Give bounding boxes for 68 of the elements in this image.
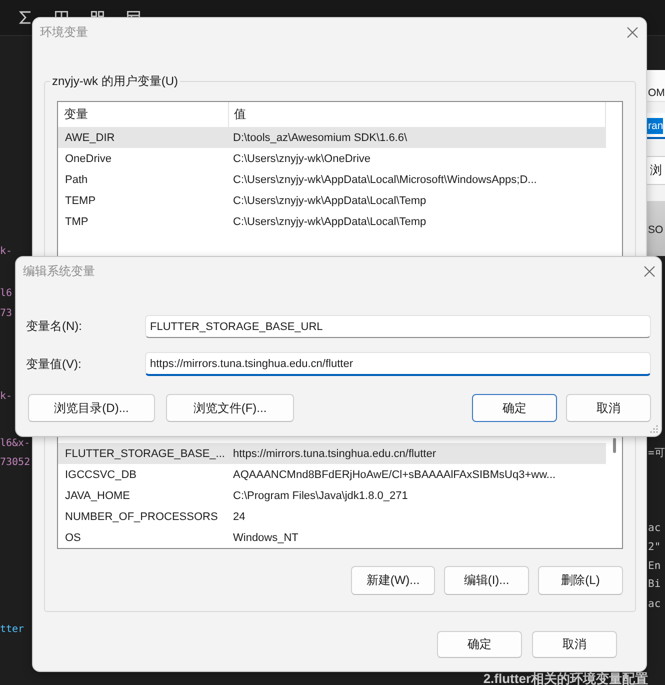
code-text: 2" — [648, 541, 661, 553]
text-field[interactable]: https://mirrors.tuna.tsinghua.edu.cn/flutter — [145, 352, 651, 376]
code-text: =可 — [648, 447, 665, 459]
list-row[interactable]: TEMP C:\Users\znyjy-wk\AppData\Local\Temp — [58, 190, 606, 211]
table-cell-text: OneDrive — [64, 152, 112, 166]
header-text: OM — [648, 87, 665, 99]
list-row[interactable]: OS Windows_NT — [58, 527, 606, 548]
code-text: k- — [0, 246, 12, 258]
table-cell-text: NUMBER_OF_PROCESSORS — [64, 510, 219, 524]
field-label: 变量名(N): — [26, 318, 82, 335]
table-cell-text: IGCCSVC_DB — [64, 468, 138, 482]
table-cell-text: TMP — [64, 214, 90, 228]
field-label: 变量值(V): — [26, 356, 82, 372]
code-text: tter — [0, 624, 24, 636]
table-cell-text: C:\Program Files\Java\jdk1.8.0_271 — [232, 488, 409, 502]
list-row[interactable]: FLUTTER_STORAGE_BASE_... https://mirrors.tuna.tsinghua.edu.cn/flutter — [58, 443, 606, 464]
list-row[interactable]: Path C:\Users\znyjy-wk\AppData\Local\Microsoft\WindowsApps;D... — [58, 169, 606, 190]
list-row[interactable]: JAVA_HOME C:\Program Files\Java\jdk1.8.0_271 — [58, 485, 606, 506]
table-cell-text: AQAAANCMnd8BFdERjHoAwE/Cl+sBAAAAlFAxSIBMsUq3+ww... — [232, 468, 557, 482]
table-cell-text: 24 — [232, 510, 246, 524]
dialog-button[interactable]: 取消 — [532, 631, 617, 658]
resize-grip-icon[interactable] — [650, 425, 658, 433]
dialog-button[interactable]: 确定 — [437, 631, 522, 658]
table-cell-text: FLUTTER_STORAGE_BASE_... — [64, 446, 226, 460]
group-label: znyjy-wk 的用户变量(U) — [51, 74, 179, 89]
table-cell-text: OS — [64, 530, 82, 544]
table-cell-text: https://mirrors.tuna.tsinghua.edu.cn/flutter — [232, 446, 437, 460]
code-text: l6 — [0, 288, 12, 300]
list-row[interactable]: AWE_DIR D:\tools_az\Awesomium SDK\1.6.6\ — [58, 127, 606, 148]
table-cell-text: AWE_DIR — [64, 130, 116, 144]
code-text: ac — [648, 598, 661, 610]
table-cell-text: Path — [64, 172, 89, 186]
browse-button[interactable]: 浏览文件(F)... — [166, 394, 294, 422]
table-cell-text: C:\Users\znyjy-wk\OneDrive — [232, 152, 372, 166]
list-row[interactable]: NUMBER_OF_PROCESSORS 24 — [58, 506, 606, 527]
table-cell-text: C:\Users\znyjy-wk\AppData\Local\Temp — [232, 194, 428, 208]
sigma-icon[interactable] — [19, 11, 32, 24]
list-row[interactable]: IGCCSVC_DB AQAAANCMnd8BFdERjHoAwE/Cl+sBAAAAlFAxSIBMsUq3+ww... — [58, 464, 606, 485]
code-text: 73052 — [0, 457, 30, 469]
scrollbar-thumb[interactable] — [612, 438, 616, 453]
table-cell-text: TEMP — [64, 194, 97, 208]
code-text: 73 — [0, 308, 12, 320]
dialog-button[interactable]: 取消 — [566, 394, 651, 422]
action-button[interactable]: 删除(L) — [538, 566, 623, 595]
list-row[interactable]: TMP C:\Users\znyjy-wk\AppData\Local\Temp — [58, 211, 606, 232]
table-cell-text: D:\tools_az\Awesomium SDK\1.6.6\ — [232, 130, 408, 144]
code-text: Bi — [648, 578, 661, 590]
dialog-button[interactable]: 确定 — [472, 394, 557, 422]
code-text: ac — [648, 522, 661, 534]
window-title: 编辑系统变量 — [23, 262, 95, 280]
close-icon[interactable] — [627, 27, 638, 38]
code-text: En — [648, 560, 661, 572]
code-text: l6&x- — [0, 438, 30, 450]
table-cell-text: Windows_NT — [232, 530, 300, 544]
selected-text: ran — [647, 118, 664, 134]
figure-caption: 2.flutter相关的环境变量配置 — [483, 672, 648, 685]
panel-text: SO — [648, 224, 664, 236]
table-cell-text: C:\Users\znyjy-wk\AppData\Local\Temp — [232, 214, 428, 228]
table-cell-text: C:\Users\znyjy-wk\AppData\Local\Microsoft\WindowsApps;D... — [232, 172, 538, 186]
table-cell-text: JAVA_HOME — [64, 488, 131, 502]
list-row[interactable]: OneDrive C:\Users\znyjy-wk\OneDrive — [58, 148, 606, 169]
code-text: k- — [0, 391, 12, 403]
action-button[interactable]: 编辑(I)... — [444, 566, 529, 595]
text-field[interactable]: FLUTTER_STORAGE_BASE_URL — [145, 315, 651, 338]
close-icon[interactable] — [644, 266, 655, 276]
window-title: 环境变量 — [40, 24, 88, 41]
action-button[interactable]: 新建(W)... — [351, 566, 435, 595]
browse-button[interactable]: 浏览目录(D)... — [28, 394, 155, 422]
